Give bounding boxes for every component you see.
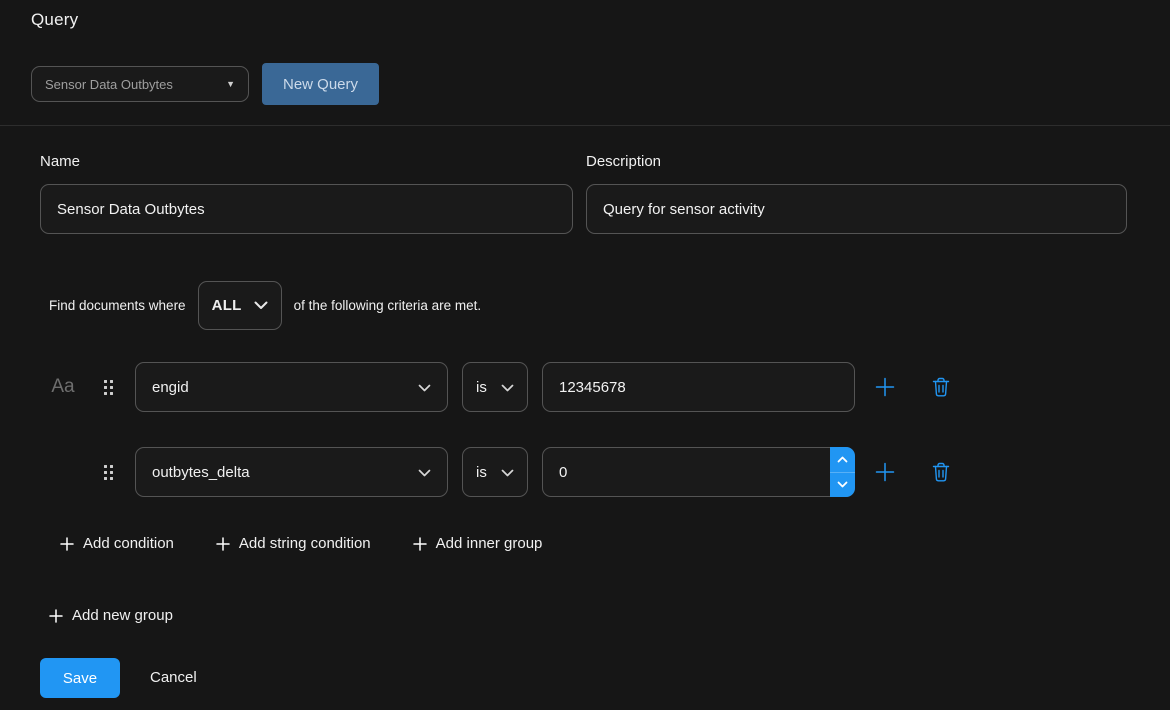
plus-icon — [49, 609, 63, 623]
page-title: Query — [31, 10, 1139, 30]
drag-handle-icon[interactable] — [104, 465, 113, 480]
add-new-group-label: Add new group — [72, 606, 173, 626]
condition-value-input[interactable] — [542, 362, 855, 412]
description-input[interactable] — [586, 184, 1127, 234]
condition-operator-select[interactable]: is — [462, 447, 528, 497]
condition-row: Aa engid is — [31, 362, 1139, 412]
chevron-down-icon — [501, 464, 514, 481]
condition-value-input[interactable] — [542, 447, 855, 497]
trash-icon — [932, 462, 950, 482]
condition-field-select[interactable]: outbytes_delta — [135, 447, 448, 497]
form-footer: Save Cancel — [40, 658, 1139, 698]
plus-icon — [60, 537, 74, 551]
plus-icon — [875, 377, 895, 397]
condition-value-wrap — [542, 447, 855, 497]
chevron-down-icon — [501, 379, 514, 396]
condition-operator-value: is — [476, 464, 487, 481]
field-type-slot: Aa — [50, 376, 76, 398]
add-string-condition-link[interactable]: Add string condition — [216, 534, 371, 554]
drag-handle-icon[interactable] — [104, 380, 113, 395]
description-label: Description — [586, 152, 1127, 172]
condition-row: outbytes_delta is — [31, 447, 1139, 497]
condition-value-wrap — [542, 362, 855, 412]
add-inner-group-link[interactable]: Add inner group — [413, 534, 543, 554]
condition-actions: Add condition Add string condition Add i… — [60, 534, 1139, 554]
dropdown-triangle-icon: ▼ — [226, 80, 235, 89]
condition-operator-select[interactable]: is — [462, 362, 528, 412]
name-input[interactable] — [40, 184, 573, 234]
condition-field-value: engid — [152, 379, 189, 396]
string-type-icon: Aa — [51, 376, 74, 398]
saved-query-select[interactable]: Sensor Data Outbytes ▼ — [31, 66, 249, 102]
criteria-suffix-text: of the following criteria are met. — [294, 298, 482, 313]
stepper-up-button[interactable] — [830, 447, 855, 473]
add-new-group-link[interactable]: Add new group — [49, 606, 173, 626]
add-string-condition-label: Add string condition — [239, 534, 371, 554]
number-stepper[interactable] — [830, 447, 855, 497]
add-condition-label: Add condition — [83, 534, 174, 554]
chevron-down-icon — [418, 379, 431, 396]
query-builder-page: Query Sensor Data Outbytes ▼ New Query N… — [0, 0, 1170, 710]
condition-operator-value: is — [476, 379, 487, 396]
chevron-down-icon — [418, 464, 431, 481]
delete-condition-button[interactable] — [929, 375, 953, 399]
chevron-up-icon — [837, 456, 848, 463]
condition-field-select[interactable]: engid — [135, 362, 448, 412]
new-query-button[interactable]: New Query — [262, 63, 379, 105]
add-condition-link[interactable]: Add condition — [60, 534, 174, 554]
plus-icon — [875, 462, 895, 482]
group-actions: Add new group — [49, 606, 1139, 628]
saved-query-select-value: Sensor Data Outbytes — [45, 77, 173, 92]
add-condition-plus-button[interactable] — [873, 375, 897, 399]
plus-icon — [413, 537, 427, 551]
criteria-intro: Find documents where ALL of the followin… — [49, 281, 1139, 330]
chevron-down-icon — [837, 481, 848, 488]
match-type-select[interactable]: ALL — [198, 281, 282, 330]
add-condition-plus-button[interactable] — [873, 460, 897, 484]
name-field-group: Name — [40, 152, 573, 234]
save-button[interactable]: Save — [40, 658, 120, 698]
criteria-prefix-text: Find documents where — [49, 298, 186, 313]
query-toolbar: Sensor Data Outbytes ▼ New Query — [31, 63, 1139, 105]
name-label: Name — [40, 152, 573, 172]
add-inner-group-label: Add inner group — [436, 534, 543, 554]
plus-icon — [216, 537, 230, 551]
trash-icon — [932, 377, 950, 397]
section-divider — [0, 125, 1170, 126]
query-meta-form: Name Description — [31, 152, 1139, 234]
condition-field-value: outbytes_delta — [152, 464, 250, 481]
match-type-value: ALL — [212, 297, 242, 314]
stepper-down-button[interactable] — [830, 473, 855, 498]
chevron-down-icon — [254, 298, 268, 313]
cancel-button[interactable]: Cancel — [150, 668, 197, 688]
delete-condition-button[interactable] — [929, 460, 953, 484]
description-field-group: Description — [586, 152, 1127, 234]
